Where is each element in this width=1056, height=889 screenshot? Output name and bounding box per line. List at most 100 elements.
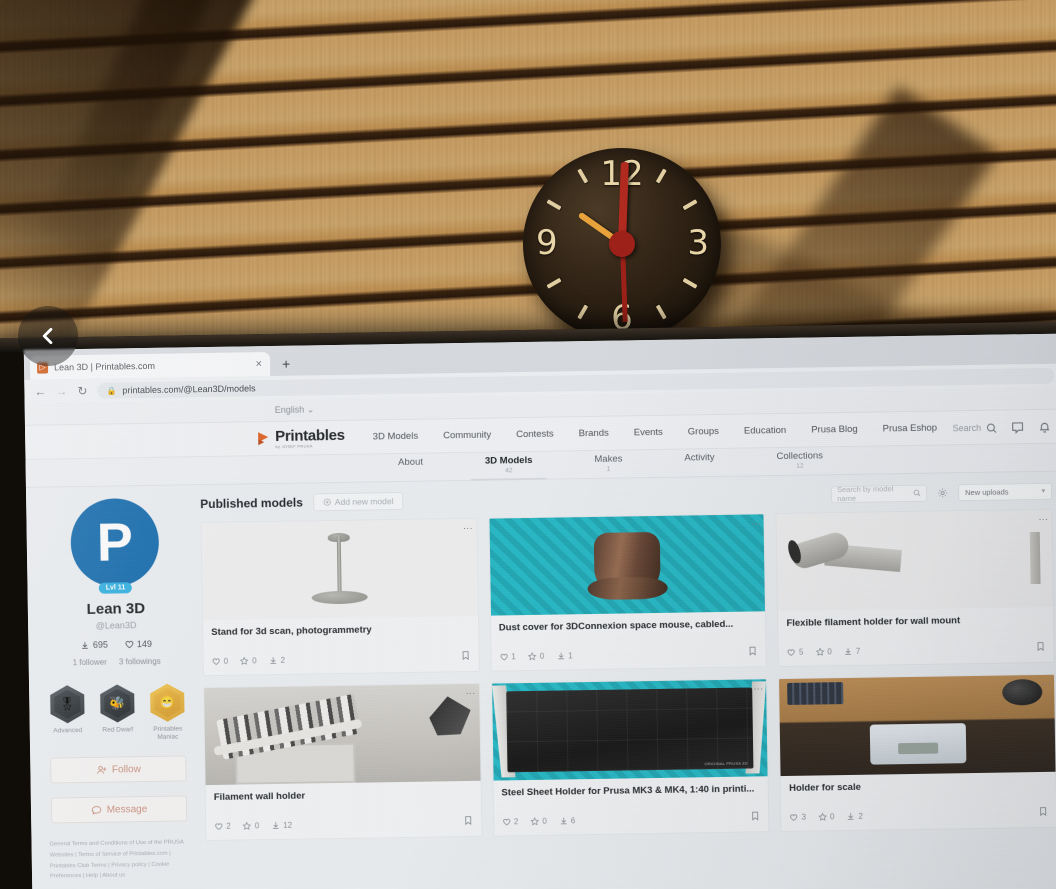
- monitor-screen: ▷ Lean 3D | Printables.com × + ← → ↻ 🔒 p…: [23, 333, 1056, 889]
- model-card[interactable]: ⋮ Dust cover for 3DConnexion space mouse…: [488, 513, 768, 672]
- thumb-part: [425, 692, 476, 741]
- model-downloads: 2: [269, 655, 285, 664]
- profile-tab-collections[interactable]: Collections 12: [776, 450, 823, 475]
- nav-link-3d-models[interactable]: 3D Models: [373, 431, 419, 443]
- model-stars-value: 0: [829, 811, 835, 821]
- printables-page: English ⌄ Printables by JOSEF PRUSA 3D M…: [24, 387, 1056, 889]
- download-icon: [82, 641, 89, 649]
- followings-count[interactable]: 3 followings: [119, 657, 161, 667]
- chat-bubble-icon[interactable]: [1011, 421, 1024, 434]
- profile-tab-3d-models[interactable]: 3D Models 42: [485, 455, 533, 480]
- badge-red-dwarf[interactable]: 🐝 Red Dwarf: [95, 684, 140, 743]
- clock-numeral-3: 3: [687, 223, 709, 264]
- wall-clock: 12 3 6 9: [523, 148, 721, 340]
- badge-label: Printables Maniac: [153, 725, 183, 741]
- message-button-label: Message: [106, 803, 148, 816]
- thumb-part: [787, 682, 844, 705]
- model-card[interactable]: ORIGINAL PRUSA 3D ⋮ Steel Sheet Holder f…: [490, 678, 770, 837]
- model-card[interactable]: ⋮ Stand for 3d scan, photogrammetry 0 0 …: [200, 517, 480, 677]
- bookmark-icon[interactable]: [748, 645, 758, 659]
- profile-tab-about[interactable]: About: [398, 457, 423, 474]
- badge-advanced[interactable]: 🎖 Advanced: [45, 685, 90, 744]
- reload-icon[interactable]: ↻: [76, 384, 88, 398]
- new-tab-button[interactable]: +: [282, 356, 291, 376]
- download-icon: [270, 656, 276, 664]
- kebab-menu-icon[interactable]: ⋮: [753, 684, 763, 693]
- heart-icon: [212, 657, 220, 665]
- thumb-part: [337, 535, 343, 598]
- model-likes-value: 0: [223, 656, 229, 666]
- close-icon[interactable]: ×: [255, 358, 262, 370]
- back-icon[interactable]: ←: [34, 385, 46, 399]
- level-badge: Lvl 11: [98, 582, 133, 594]
- profile-tab-makes[interactable]: Makes 1: [594, 454, 622, 478]
- badge-inner: 😁: [154, 688, 180, 717]
- global-search[interactable]: Search: [953, 422, 998, 434]
- nav-link-education[interactable]: Education: [744, 425, 786, 437]
- star-icon: [240, 656, 249, 665]
- topnav-actions: Search: [952, 410, 1051, 446]
- bookmark-icon[interactable]: [1035, 641, 1045, 655]
- model-card[interactable]: ⋮ Holder for scale 3 0 2: [778, 673, 1056, 833]
- model-card[interactable]: ⋮ Flexible filament holder for wall moun…: [775, 508, 1055, 668]
- sort-dropdown[interactable]: New uploads ▾: [957, 482, 1053, 501]
- downloads-value: 695: [92, 639, 108, 650]
- downloads-stat: 695: [81, 640, 108, 650]
- bookmark-icon[interactable]: [463, 815, 473, 829]
- heart-icon: [787, 648, 795, 656]
- nav-link-contests[interactable]: Contests: [516, 429, 554, 441]
- download-icon: [557, 652, 564, 659]
- clock-tick: [655, 304, 667, 320]
- bookmark-icon[interactable]: [1038, 806, 1048, 820]
- model-thumbnail: ⋮: [204, 683, 481, 786]
- brand-name: Printables: [275, 426, 345, 445]
- profile-tab-activity[interactable]: Activity: [684, 452, 714, 469]
- nav-link-community[interactable]: Community: [443, 430, 491, 442]
- model-card[interactable]: ⋮ Filament wall holder 2 0 12: [203, 682, 483, 842]
- badge-printables-maniac[interactable]: 😁 Printables Maniac: [145, 683, 190, 742]
- kebab-menu-icon[interactable]: ⋮: [463, 524, 473, 533]
- followers-count[interactable]: 1 follower: [73, 658, 107, 668]
- nav-link-prusa-blog[interactable]: Prusa Blog: [811, 424, 858, 436]
- badge-advanced-icon: 🎖: [50, 685, 85, 724]
- bookmark-icon[interactable]: [750, 810, 760, 824]
- language-selector[interactable]: English ⌄: [275, 404, 315, 416]
- follow-button[interactable]: Follow: [50, 755, 187, 784]
- follow-counts: 1 follower 3 followings: [45, 656, 189, 667]
- bell-icon[interactable]: [1038, 420, 1051, 433]
- models-panel-title: Published models: [200, 495, 304, 512]
- printables-logo[interactable]: Printables by JOSEF PRUSA: [257, 426, 345, 448]
- filter-icon[interactable]: [937, 487, 948, 498]
- kebab-menu-icon[interactable]: ⋮: [466, 689, 476, 698]
- forward-icon[interactable]: →: [55, 384, 67, 398]
- search-label: Search: [952, 422, 982, 434]
- nav-link-prusa-eshop[interactable]: Prusa Eshop: [883, 423, 938, 435]
- message-button[interactable]: Message: [50, 795, 188, 824]
- model-thumbnail: ⋮: [489, 514, 766, 616]
- model-downloads-value: 2: [858, 811, 863, 821]
- bookmark-icon[interactable]: [460, 650, 470, 664]
- kebab-menu-icon[interactable]: ⋮: [751, 519, 761, 528]
- footer-links[interactable]: General Terms and Conditions of Use of t…: [49, 838, 190, 883]
- nav-link-groups[interactable]: Groups: [688, 426, 719, 437]
- nav-link-events[interactable]: Events: [634, 427, 663, 438]
- kebab-menu-icon[interactable]: ⋮: [1041, 680, 1051, 689]
- kebab-menu-icon[interactable]: ⋮: [1038, 515, 1048, 524]
- avatar[interactable]: P: [70, 497, 160, 588]
- model-stars: 0: [240, 656, 257, 665]
- heart-icon: [215, 822, 223, 830]
- model-stars-value: 0: [252, 655, 257, 665]
- nav-link-brands[interactable]: Brands: [579, 428, 609, 439]
- achievement-badges: 🎖 Advanced 🐝 Red Dwarf 😁 Printables Mani…: [45, 683, 190, 744]
- profile-sidebar: P Lvl 11 ✎ Lean 3D @Lean3D 695: [26, 495, 211, 883]
- model-likes-value: 2: [513, 816, 519, 826]
- add-new-model-label: Add new model: [334, 496, 394, 508]
- sort-dropdown-value: New uploads: [965, 486, 1009, 497]
- model-search-input[interactable]: Search by model name: [831, 484, 928, 503]
- back-button[interactable]: [18, 306, 78, 366]
- model-likes: 3: [789, 812, 806, 821]
- model-card-title: Steel Sheet Holder for Prusa MK3 & MK4, …: [501, 783, 755, 799]
- model-card-stats: 3 0 2: [781, 802, 1056, 831]
- model-card-stats: 2 0 12: [206, 811, 481, 840]
- add-new-model-button[interactable]: Add new model: [312, 491, 404, 512]
